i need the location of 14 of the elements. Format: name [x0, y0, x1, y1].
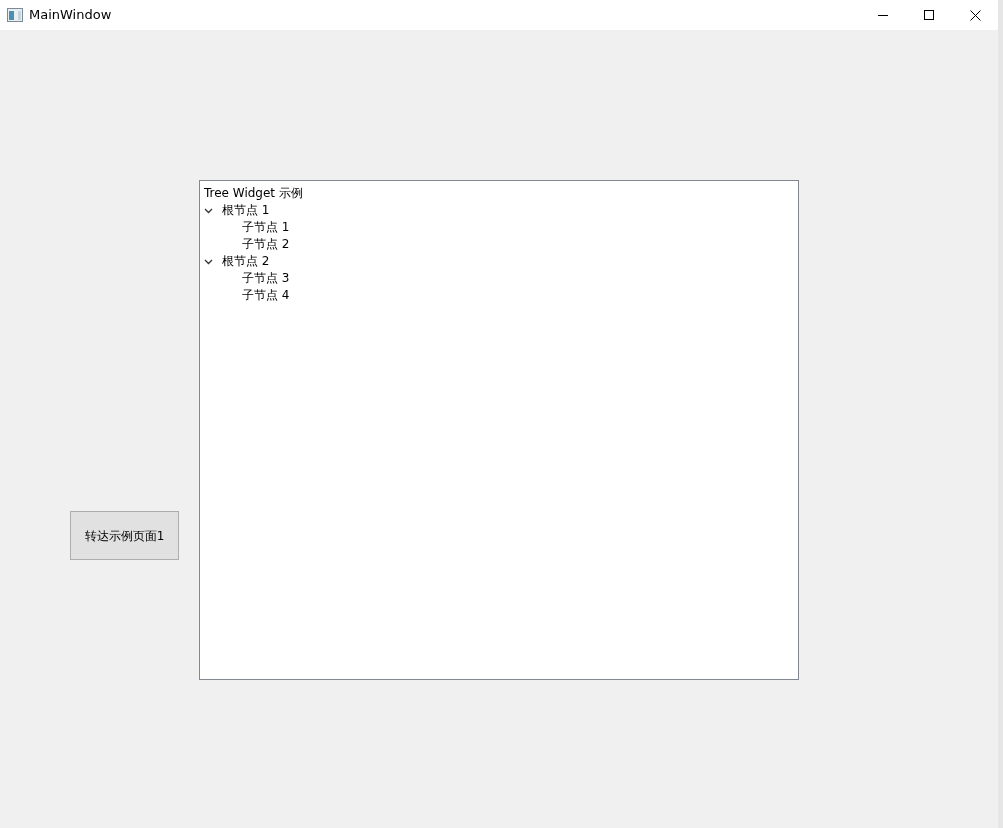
tree-item[interactable]: 子节点 4: [240, 287, 292, 304]
tree-item[interactable]: 根节点 2: [220, 253, 272, 270]
maximize-icon: [924, 10, 934, 20]
chevron-down-icon[interactable]: [204, 207, 213, 214]
tree-item[interactable]: 子节点 3: [240, 270, 292, 287]
tree-header: Tree Widget 示例: [203, 185, 304, 202]
window-title: MainWindow: [29, 6, 112, 25]
close-icon: [969, 9, 981, 21]
window-app-icon: [7, 8, 23, 22]
chevron-down-icon[interactable]: [204, 258, 213, 265]
navigate-button[interactable]: 转达示例页面1: [70, 511, 179, 560]
tree-item[interactable]: 子节点 1: [240, 219, 292, 236]
tree-item[interactable]: 根节点 1: [220, 202, 272, 219]
tree-item[interactable]: 子节点 2: [240, 236, 292, 253]
